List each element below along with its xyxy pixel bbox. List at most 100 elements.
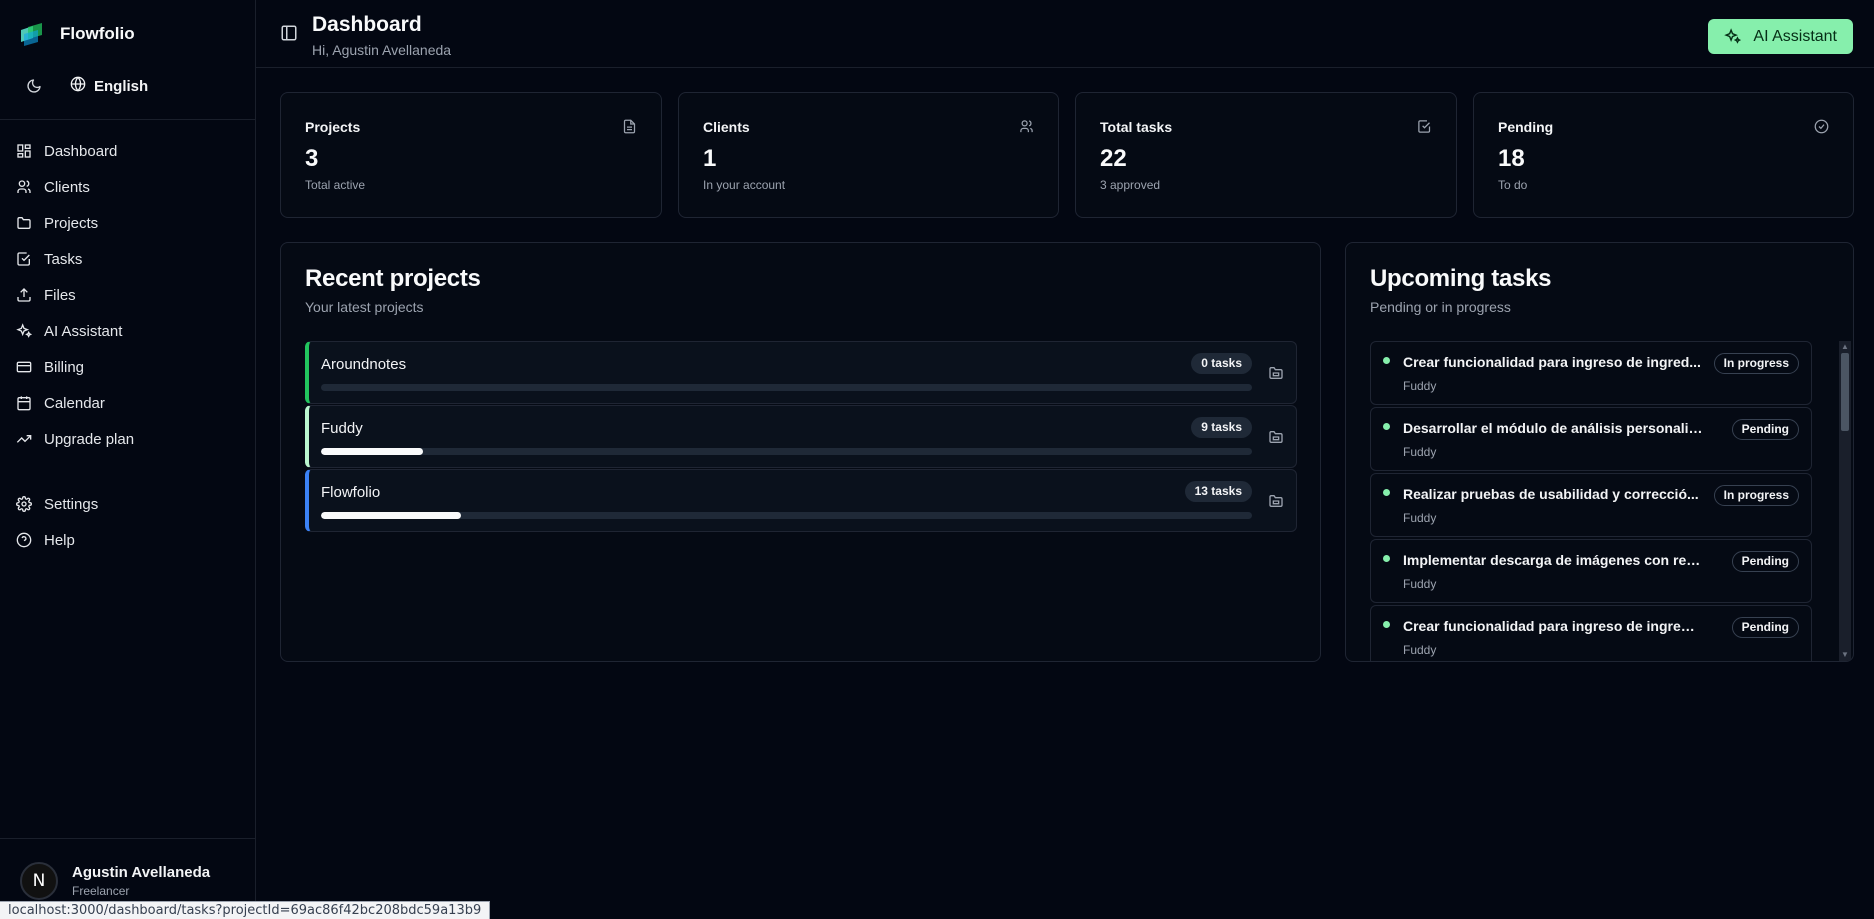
task-count-badge: 0 tasks <box>1191 353 1252 374</box>
app-root: Flowfolio English Dashboard Clients Proj… <box>0 0 1874 919</box>
status-badge: In progress <box>1713 485 1799 506</box>
task-item[interactable]: Desarrollar el módulo de análisis person… <box>1370 407 1812 471</box>
sidebar-item-help[interactable]: Help <box>14 522 244 558</box>
task-project: Fuddy <box>1403 643 1437 657</box>
user-profile[interactable]: N Agustin Avellaneda Freelancer <box>20 862 210 900</box>
ai-assistant-button[interactable]: AI Assistant <box>1708 19 1853 54</box>
sidebar-item-files[interactable]: Files <box>14 277 244 313</box>
avatar: N <box>20 862 58 900</box>
stat-value: 22 <box>1100 145 1127 172</box>
stat-value: 3 <box>305 145 319 172</box>
sidebar-item-ai-assistant[interactable]: AI Assistant <box>14 313 244 349</box>
task-status-dot <box>1383 555 1390 562</box>
progress-bar <box>321 448 1252 455</box>
sidebar-bottom-divider <box>0 838 255 839</box>
scroll-up-arrow-icon[interactable]: ▲ <box>1841 343 1849 351</box>
sidebar-nav: Dashboard Clients Projects Tasks Files A… <box>14 133 244 558</box>
task-item[interactable]: Crear funcionalidad para ingreso de ingr… <box>1370 341 1812 405</box>
sidebar-item-label: Help <box>44 531 75 549</box>
stat-label: Projects <box>305 119 361 135</box>
project-item-aroundnotes[interactable]: Aroundnotes 0 tasks <box>305 341 1297 404</box>
stat-value: 18 <box>1498 145 1525 172</box>
task-status-dot <box>1383 423 1390 430</box>
folder-open-icon[interactable] <box>1268 365 1284 386</box>
calendar-icon <box>17 396 31 411</box>
sidebar-divider <box>0 119 255 120</box>
task-status-dot <box>1383 621 1390 628</box>
language-selector[interactable]: English <box>70 76 148 96</box>
theme-toggle-moon-icon[interactable] <box>22 74 46 98</box>
sidebar-item-upgrade-plan[interactable]: Upgrade plan <box>14 421 244 457</box>
page-title: Dashboard <box>312 13 422 36</box>
sidebar-item-dashboard[interactable]: Dashboard <box>14 133 244 169</box>
task-project: Fuddy <box>1403 577 1437 591</box>
users-icon <box>1019 119 1034 139</box>
brand[interactable]: Flowfolio <box>18 22 135 46</box>
sidebar-item-clients[interactable]: Clients <box>14 169 244 205</box>
project-name: Fuddy <box>321 420 363 437</box>
stat-label: Clients <box>703 119 750 135</box>
upcoming-tasks-panel: Upcoming tasks Pending or in progress Cr… <box>1345 242 1854 662</box>
file-icon <box>622 119 637 139</box>
sidebar-item-label: Tasks <box>44 250 83 268</box>
upload-icon <box>17 288 31 302</box>
folder-open-icon[interactable] <box>1268 493 1284 514</box>
task-project: Fuddy <box>1403 511 1437 525</box>
stat-card-pending: Pending 18 To do <box>1473 92 1854 218</box>
recent-projects-subtitle: Your latest projects <box>305 299 424 315</box>
flowfolio-logo-icon <box>18 22 46 46</box>
sidebar-item-settings[interactable]: Settings <box>14 486 244 522</box>
task-item[interactable]: Crear funcionalidad para ingreso de ingr… <box>1370 605 1812 661</box>
sidebar-item-label: Calendar <box>44 394 105 412</box>
stat-sub: In your account <box>703 178 786 192</box>
sparkles-icon <box>16 323 32 338</box>
trending-up-icon <box>16 435 32 443</box>
sidebar-item-billing[interactable]: Billing <box>14 349 244 385</box>
stat-sub: Total active <box>305 178 366 192</box>
folder-open-icon[interactable] <box>1268 429 1284 450</box>
progress-fill <box>321 512 461 519</box>
task-count-badge: 13 tasks <box>1184 481 1252 502</box>
project-list: Aroundnotes 0 tasks Fuddy 9 tasks Flowfo… <box>305 341 1297 533</box>
project-name: Flowfolio <box>321 484 381 501</box>
task-project: Fuddy <box>1403 379 1437 393</box>
stat-label: Total tasks <box>1100 119 1173 135</box>
check-circle-icon <box>1814 119 1829 139</box>
check-square-icon <box>17 252 30 266</box>
topbar: Dashboard Hi, Agustin Avellaneda AI Assi… <box>256 0 1874 68</box>
task-list-scrollbar[interactable]: ▲ ▼ <box>1839 341 1851 661</box>
project-item-flowfolio[interactable]: Flowfolio 13 tasks <box>305 469 1297 532</box>
sidebar-item-tasks[interactable]: Tasks <box>14 241 244 277</box>
users-icon <box>17 180 31 193</box>
sidebar: Flowfolio English Dashboard Clients Proj… <box>0 0 256 919</box>
sparkles-icon <box>1724 28 1742 44</box>
scroll-down-arrow-icon[interactable]: ▼ <box>1841 651 1849 659</box>
check-square-icon <box>1417 119 1432 139</box>
stat-value: 1 <box>703 145 717 172</box>
status-badge: In progress <box>1713 353 1799 374</box>
sidebar-item-label: Settings <box>44 495 99 513</box>
user-info: Agustin Avellaneda Freelancer <box>72 864 210 898</box>
user-role: Freelancer <box>72 884 130 898</box>
sidebar-item-label: Projects <box>44 214 99 232</box>
scrollbar-thumb[interactable] <box>1841 353 1849 431</box>
sidebar-item-label: Files <box>44 286 76 304</box>
task-list: Crear funcionalidad para ingreso de ingr… <box>1370 341 1812 661</box>
stat-card-projects: Projects 3 Total active <box>280 92 662 218</box>
credit-card-icon <box>16 361 32 373</box>
globe-icon <box>70 76 86 96</box>
task-item[interactable]: Implementar descarga de imágenes con rec… <box>1370 539 1812 603</box>
sidebar-item-calendar[interactable]: Calendar <box>14 385 244 421</box>
dashboard-icon <box>17 144 31 158</box>
task-item[interactable]: Realizar pruebas de usabilidad y correcc… <box>1370 473 1812 537</box>
sidebar-item-label: Billing <box>44 358 85 376</box>
sidebar-item-projects[interactable]: Projects <box>14 205 244 241</box>
sidebar-toolbar: English <box>22 74 148 98</box>
project-item-fuddy[interactable]: Fuddy 9 tasks <box>305 405 1297 468</box>
sidebar-toggle-icon[interactable] <box>280 24 298 47</box>
recent-projects-panel: Recent projects Your latest projects Aro… <box>280 242 1321 662</box>
task-title: Crear funcionalidad para ingreso de ingr… <box>1403 618 1703 634</box>
task-title: Implementar descarga de imágenes con rec… <box>1403 552 1703 568</box>
stat-card-total-tasks: Total tasks 22 3 approved <box>1075 92 1457 218</box>
